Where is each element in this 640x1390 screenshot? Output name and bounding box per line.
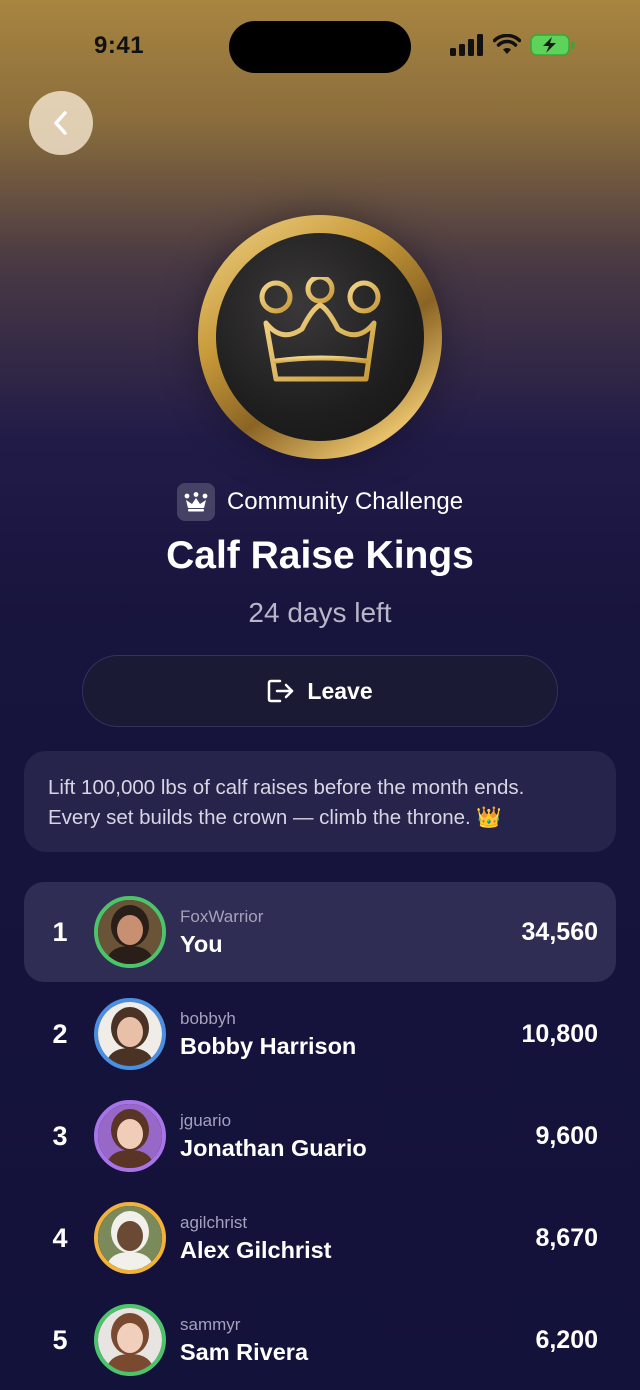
avatar-image: [98, 900, 162, 964]
player-names: jguario Jonathan Guario: [180, 1111, 367, 1162]
avatar[interactable]: [94, 1202, 166, 1274]
battery-charging-icon: [530, 34, 575, 56]
leaderboard-row[interactable]: 4 agilchrist Alex Gilchrist 8,670: [24, 1188, 616, 1288]
leaderboard-row[interactable]: 1 FoxWarrior You 34,560: [24, 882, 616, 982]
challenge-medal: [198, 215, 442, 459]
description-line-1: Lift 100,000 lbs of calf raises before t…: [48, 776, 525, 799]
medal-face: [216, 233, 424, 441]
description-line-2: Every set builds the crown — climb the t…: [48, 806, 502, 829]
avatar[interactable]: [94, 1304, 166, 1376]
rank-number: 5: [52, 1324, 68, 1355]
player-score: 8,670: [535, 1223, 598, 1252]
player-names: bobbyh Bobby Harrison: [180, 1009, 356, 1060]
rank-number: 1: [52, 916, 68, 947]
rank-number: 2: [52, 1018, 68, 1049]
avatar-image: [98, 1308, 162, 1372]
avatar[interactable]: [94, 896, 166, 968]
crown-icon: [259, 277, 381, 382]
challenge-title: Calf Raise Kings: [166, 534, 474, 577]
player-username: agilchrist: [180, 1212, 248, 1232]
system-icons: [450, 34, 576, 56]
player-username: sammyr: [180, 1314, 241, 1334]
back-button[interactable]: [29, 91, 93, 155]
leaderboard-row[interactable]: 5 sammyr Sam Rivera 6,200: [24, 1290, 616, 1390]
avatar[interactable]: [94, 998, 166, 1070]
player-display-name: Jonathan Guario: [180, 1134, 367, 1161]
player-username: FoxWarrior: [180, 906, 264, 926]
leaderboard-row[interactable]: 2 bobbyh Bobby Harrison 10,800: [24, 984, 616, 1084]
player-display-name: Bobby Harrison: [180, 1032, 357, 1059]
cellular-signal-icon: [450, 34, 483, 56]
player-score: 34,560: [521, 917, 598, 946]
days-left: 24 days left: [248, 597, 392, 628]
rank-number: 3: [52, 1120, 68, 1151]
rank-number: 4: [52, 1222, 68, 1253]
player-display-name: You: [180, 930, 223, 957]
player-names: FoxWarrior You: [180, 907, 263, 958]
avatar-image: [98, 1104, 162, 1168]
player-display-name: Sam Rivera: [180, 1338, 309, 1365]
avatar[interactable]: [94, 1100, 166, 1172]
avatar-image: [98, 1206, 162, 1270]
player-score: 10,800: [521, 1019, 598, 1048]
wifi-icon: [493, 34, 521, 54]
player-username: bobbyh: [180, 1008, 236, 1028]
player-names: agilchrist Alex Gilchrist: [180, 1213, 332, 1264]
challenge-description: Lift 100,000 lbs of calf raises before t…: [24, 751, 616, 852]
dynamic-island: [229, 21, 411, 73]
leave-label: Leave: [307, 677, 373, 704]
player-names: sammyr Sam Rivera: [180, 1315, 308, 1366]
player-display-name: Alex Gilchrist: [180, 1236, 332, 1263]
leave-icon: [268, 679, 294, 703]
challenge-type-label: Community Challenge: [226, 488, 464, 515]
avatar-image: [98, 1002, 162, 1066]
chevron-left-icon: [54, 111, 67, 135]
leave-button[interactable]: Leave: [82, 655, 558, 727]
player-score: 6,200: [535, 1325, 598, 1354]
status-time: 9:41: [94, 32, 145, 59]
leaderboard-row[interactable]: 3 jguario Jonathan Guario 9,600: [24, 1086, 616, 1186]
community-crown-icon: [176, 483, 215, 521]
player-score: 9,600: [535, 1121, 598, 1150]
challenge-type: Community Challenge: [0, 483, 640, 521]
player-username: jguario: [180, 1110, 232, 1130]
status-bar: 9:41: [0, 0, 640, 95]
